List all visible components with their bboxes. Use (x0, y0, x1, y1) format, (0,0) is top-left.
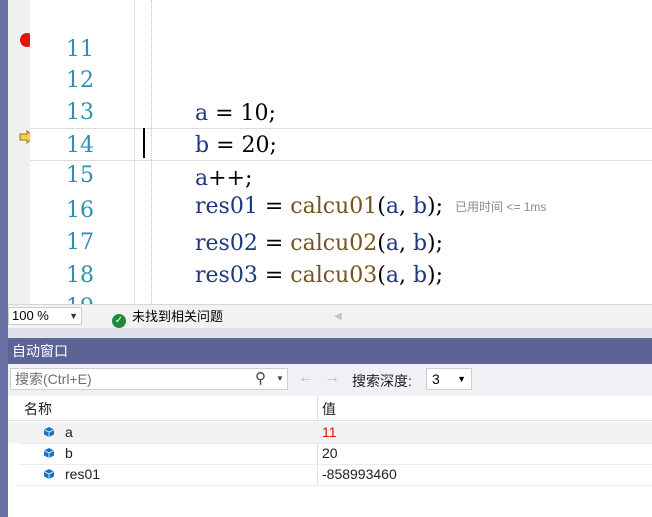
chevron-down-icon: ▼ (457, 374, 466, 384)
panel-splitter[interactable] (8, 328, 652, 338)
row-name: res01 (65, 466, 101, 482)
code-editor[interactable]: 11 12 a = 10; 13 b = 20; 14 a++; 15 res0… (30, 0, 652, 304)
code-line: 16 res02 = calcu02(a, b); (30, 161, 652, 256)
editor-status-bar: 100 % ▼ ✓ 未找到相关问题 ◀ (8, 304, 652, 328)
text-caret (143, 128, 145, 158)
issues-text: 未找到相关问题 (132, 309, 224, 324)
row-divider (18, 485, 652, 486)
arrow-left-icon[interactable]: ← (298, 369, 314, 387)
code-line: 14 a++; (30, 96, 652, 191)
code-line: 18 (30, 226, 652, 288)
row-value[interactable]: 20 (322, 443, 338, 464)
code-line: 20 res += res02; (30, 290, 652, 304)
code-line: 12 a = 10; (30, 31, 652, 126)
search-depth-dropdown[interactable]: 3 ▼ (426, 368, 472, 390)
arrow-right-icon[interactable]: → (324, 369, 340, 387)
issues-indicator[interactable]: ✓ 未找到相关问题 (112, 305, 223, 329)
column-header-value[interactable]: 值 (322, 398, 336, 420)
table-row[interactable]: a 11 (8, 422, 652, 443)
current-code-line: 15 res01 = calcu01(a, b); 已用时间 <= 1ms (30, 128, 652, 219)
variable-icon (43, 469, 55, 479)
header-divider (8, 420, 652, 421)
chevron-down-icon: ▼ (69, 311, 78, 321)
variable-icon (43, 448, 55, 458)
code-line: 19 res = res01; (30, 258, 652, 304)
code-line: 13 b = 20; (30, 63, 652, 158)
row-name: a (65, 424, 73, 440)
row-name: b (65, 445, 73, 461)
window-left-strip (0, 0, 8, 517)
scroll-left-icon[interactable]: ◀ (334, 305, 342, 329)
variable-icon (43, 427, 55, 437)
row-value[interactable]: -858993460 (322, 464, 397, 485)
search-depth-value: 3 (432, 371, 440, 387)
zoom-value: 100 % (12, 308, 49, 323)
zoom-dropdown[interactable]: 100 % ▼ (8, 307, 82, 325)
table-row[interactable]: res01 -858993460 (8, 464, 652, 485)
column-header-name[interactable]: 名称 (24, 398, 52, 420)
glyph-margin[interactable] (8, 0, 35, 304)
autos-toolbar: 搜索(Ctrl+E) ⚲ ▼ ← → 搜索深度: 3 ▼ (8, 364, 652, 396)
autos-window-title[interactable]: 自动窗口 (8, 338, 652, 364)
row-value[interactable]: 11 (322, 422, 337, 443)
search-placeholder: 搜索(Ctrl+E) (15, 371, 92, 387)
check-circle-icon: ✓ (112, 314, 126, 328)
search-depth-label: 搜索深度: (352, 373, 412, 389)
search-icon[interactable]: ⚲ (255, 369, 266, 389)
table-row[interactable]: b 20 (8, 443, 652, 464)
code-line: 11 (30, 0, 652, 62)
chevron-down-icon[interactable]: ▼ (276, 369, 284, 389)
code-line: 17 res03 = calcu03(a, b); (30, 193, 652, 288)
search-input[interactable]: 搜索(Ctrl+E) ⚲ ▼ (10, 368, 288, 390)
autos-grid: 名称 值 a 11 b 20 res01 -858993460 (8, 396, 652, 517)
